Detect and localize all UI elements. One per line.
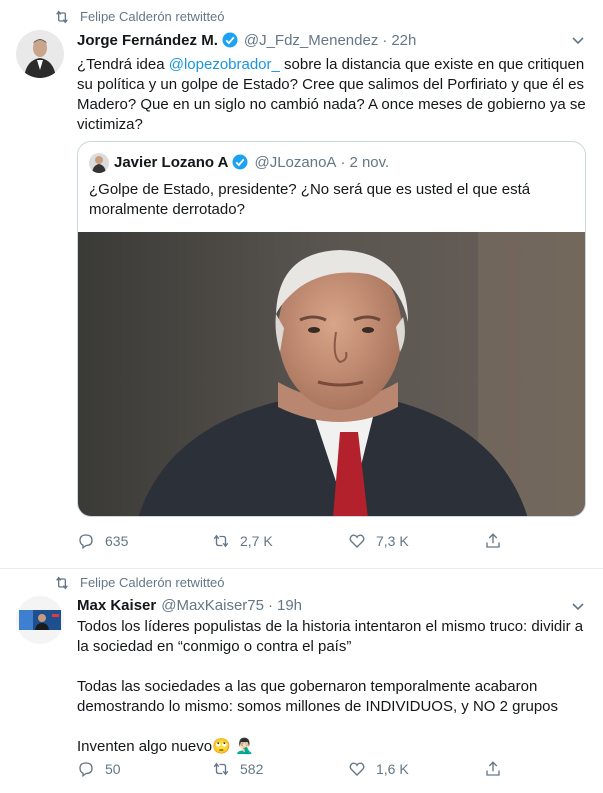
retweet-context[interactable]: Felipe Calderón retwitteó [54,9,225,24]
quoted-timestamp: 2 nov. [349,153,390,171]
author-name[interactable]: Jorge Fernández M. [77,32,218,49]
share-button[interactable] [484,759,512,779]
verified-badge-icon [221,31,239,49]
verified-badge-icon [231,153,249,171]
reply-count: 635 [105,533,129,549]
text-line: Todas las sociedades a las que gobernaro… [77,678,538,695]
quoted-photo[interactable] [78,232,585,516]
retweet-small-icon [54,10,70,24]
share-button[interactable] [484,531,512,551]
mention-link[interactable]: @lopezobrador_ [169,56,280,73]
text-line [77,657,589,677]
text-line: moralmente derrotado? [89,201,245,218]
tweet-jorge-fernandez[interactable]: Felipe Calderón retwitteó Jorge Fernánde… [0,0,603,569]
tweet-actions: 50 582 1,6 K [77,759,512,779]
retweet-label: Felipe Calderón retwitteó [80,9,225,24]
author-handle[interactable]: @J_Fdz_Menendez [244,32,378,49]
text-line: Madero? Que en un siglo no cambió nada? … [77,96,586,113]
tweet-header: Jorge Fernández M. @J_Fdz_Menendez · 22h [77,31,416,49]
text-fragment: Inventen algo nuevo [77,738,213,755]
emoji: 🙄 🤦🏻‍♂️ [212,738,254,755]
like-button[interactable]: 7,3 K [348,531,484,551]
retweet-small-icon [54,576,70,590]
author-handle[interactable]: @MaxKaiser75 [161,597,264,614]
text-line: victimiza? [77,116,143,133]
quoted-author-name: Javier Lozano A [114,153,229,171]
separator-dot: · [382,31,388,49]
retweet-icon [213,762,229,776]
reply-count: 50 [105,761,121,777]
tweet-header: Max Kaiser @MaxKaiser75 · 19h [77,597,302,614]
separator-dot: · [340,153,346,171]
retweet-count: 2,7 K [240,533,273,549]
text-line: la sociedad en “conmigo o contra el país… [77,638,352,655]
like-count: 1,6 K [376,761,409,777]
like-count: 7,3 K [376,533,409,549]
reply-button[interactable]: 635 [77,531,212,551]
like-button[interactable]: 1,6 K [348,759,484,779]
quoted-tweet[interactable]: Javier Lozano A @JLozanoA · 2 nov. ¿Golp… [77,141,586,517]
tweet-max-kaiser[interactable]: Felipe Calderón retwitteó Max Kaiser @Ma… [0,569,603,793]
timestamp[interactable]: 22h [391,32,416,49]
text-fragment: sobre la distancia que existe en que cri… [279,56,585,73]
tweet-text: Todos los líderes populistas de la histo… [77,617,589,757]
chevron-down-icon[interactable] [571,602,585,612]
share-icon [486,533,500,548]
share-icon [486,761,500,776]
chevron-down-icon[interactable] [571,36,585,46]
timestamp[interactable]: 19h [277,597,302,614]
avatar[interactable] [16,30,64,78]
tweet-text: ¿Tendrá idea @lopezobrador_ sobre la dis… [77,55,589,135]
quoted-avatar [89,153,109,173]
reply-icon [79,534,93,550]
quoted-header: Javier Lozano A @JLozanoA · 2 nov. [114,153,389,171]
separator-dot: · [268,597,273,614]
retweet-label: Felipe Calderón retwitteó [80,575,225,590]
quoted-text: ¿Golpe de Estado, presidente? ¿No será q… [89,180,569,220]
text-line: ¿Golpe de Estado, presidente? ¿No será q… [89,181,531,198]
avatar[interactable] [16,596,64,644]
text-line: demostrando lo mismo: somos millones de … [77,698,559,715]
author-name[interactable]: Max Kaiser [77,597,156,614]
retweet-button[interactable]: 2,7 K [212,531,348,551]
text-line: Todos los líderes populistas de la histo… [77,618,584,635]
tweet-actions: 635 2,7 K 7,3 K [77,531,512,551]
retweet-context[interactable]: Felipe Calderón retwitteó [54,575,225,590]
text-line: su política y un golpe de Estado? Cree q… [77,76,584,93]
heart-icon [349,534,365,548]
text-fragment: ¿Tendrá idea [77,56,169,73]
retweet-icon [213,534,229,548]
quoted-author-handle: @JLozanoA [254,153,337,171]
retweet-button[interactable]: 582 [212,759,348,779]
text-line [77,717,589,737]
reply-button[interactable]: 50 [77,759,212,779]
retweet-count: 582 [240,761,264,777]
heart-icon [349,762,365,776]
reply-icon [79,762,93,778]
